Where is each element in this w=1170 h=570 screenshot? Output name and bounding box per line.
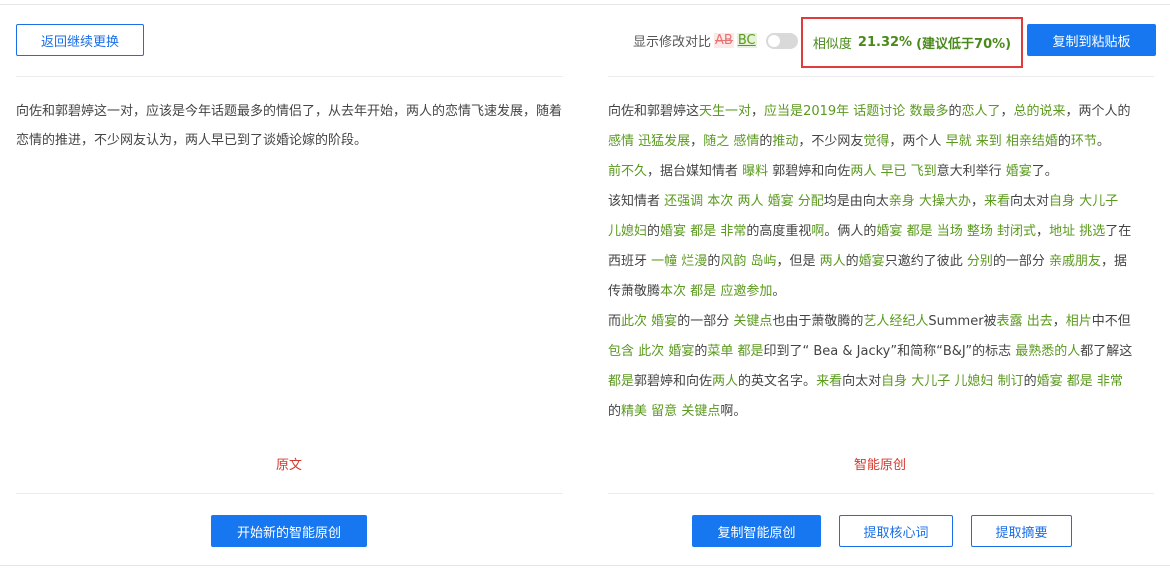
extract-keywords-button[interactable]: 提取核心词 (839, 515, 953, 547)
copy-to-clipboard-button[interactable]: 复制到粘贴板 (1027, 24, 1156, 56)
similarity-value: 21.32% (857, 35, 913, 50)
right-bottom-divider (608, 493, 1154, 494)
original-caption: 原文 (276, 458, 303, 473)
copy-rewrite-button[interactable]: 复制智能原创 (692, 515, 821, 547)
compare-label: 显示修改对比 (633, 35, 712, 50)
original-text: 向佐和郭碧婷这一对，应该是今年话题最多的情侣了，从去年开始，两人的恋情飞速发展，… (16, 104, 563, 148)
similarity-hint: (建议低于70%) (916, 37, 1012, 52)
compare-toggle-switch[interactable] (765, 32, 798, 49)
left-top-divider (16, 76, 563, 77)
rewritten-caption: 智能原创 (854, 458, 907, 473)
compare-ab-sample: AB (714, 33, 734, 48)
rewritten-text: 向佐和郭碧婷这天生一对，应当是2019年 话题讨论 数最多的恋人了，总的说来，两… (608, 104, 1133, 419)
compare-bc-sample: BC (736, 33, 757, 48)
extract-summary-button[interactable]: 提取摘要 (971, 515, 1072, 547)
back-continue-button[interactable]: 返回继续更换 (16, 24, 144, 56)
similarity-indicator: 相似度 21.32% (建议低于70%) (801, 17, 1023, 68)
right-top-divider (608, 76, 1154, 77)
similarity-label: 相似度 (812, 37, 852, 52)
start-new-rewrite-button[interactable]: 开始新的智能原创 (211, 515, 367, 547)
left-bottom-divider (16, 493, 563, 494)
compare-toggle-group: 显示修改对比 AB BC (633, 31, 798, 50)
